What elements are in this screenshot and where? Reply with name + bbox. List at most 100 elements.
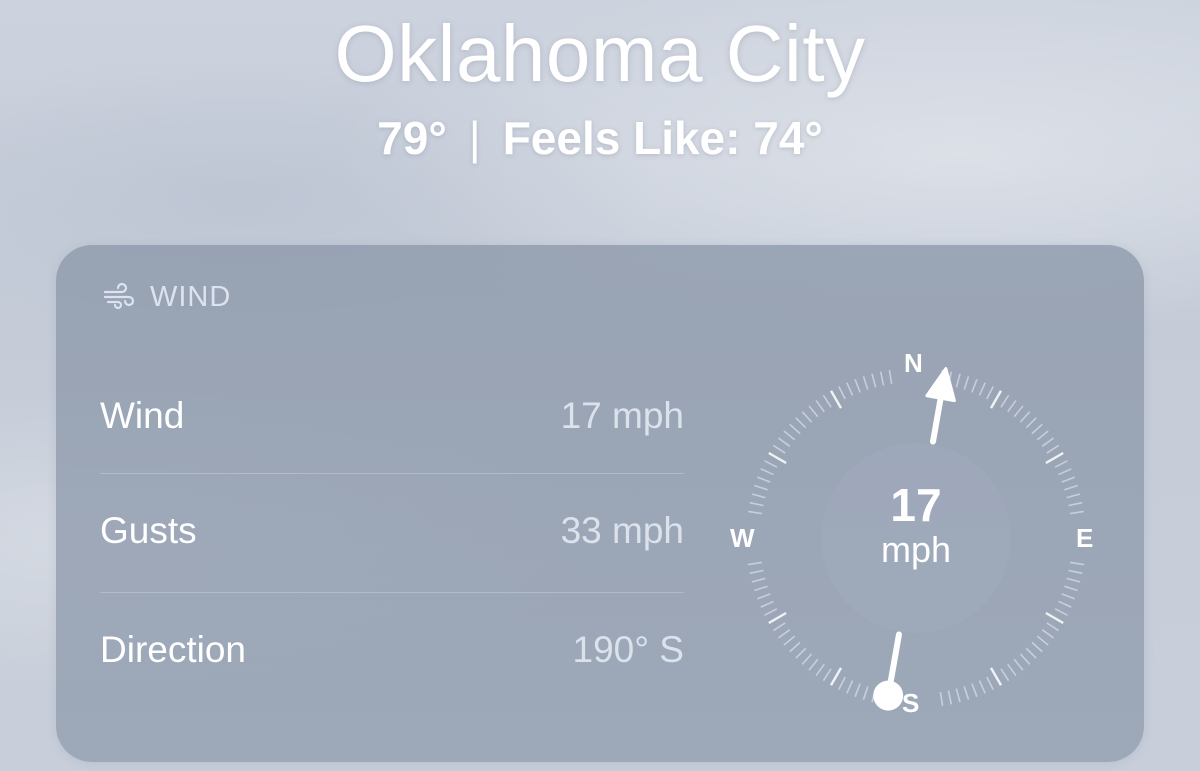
compass-tick xyxy=(801,653,813,665)
compass-tick xyxy=(789,641,801,653)
compass-tick xyxy=(871,373,877,388)
compass-tick xyxy=(757,476,771,483)
compass-tick xyxy=(1066,577,1081,583)
compass-tick xyxy=(829,667,843,686)
compass-tick xyxy=(757,593,771,600)
compass-tick xyxy=(846,680,854,694)
compass-tick xyxy=(1013,658,1024,671)
compass-tick xyxy=(986,676,994,690)
wind-details: Wind 17 mph Gusts 33 mph Direction 190° … xyxy=(100,355,684,711)
wind-value: 17 mph xyxy=(560,395,684,436)
compass-tick xyxy=(815,663,825,677)
compass-tick xyxy=(1046,444,1060,454)
compass-tick xyxy=(754,484,768,491)
compass-tick xyxy=(1025,417,1037,429)
compass-tick xyxy=(789,423,801,435)
compass-tick xyxy=(1000,394,1010,408)
compass-tick xyxy=(1054,608,1068,616)
direction-row: Direction 190° S xyxy=(100,593,684,711)
compass-tick xyxy=(879,371,885,386)
compass-tick xyxy=(971,379,978,393)
compass-tick xyxy=(760,600,774,608)
compass-tick xyxy=(1041,437,1055,447)
compass-tick xyxy=(808,405,819,418)
city-name: Oklahoma City xyxy=(334,9,866,98)
separator: | xyxy=(468,112,481,164)
compass-tick xyxy=(838,676,846,690)
compass-tick xyxy=(1069,510,1085,515)
compass-north-label: N xyxy=(904,348,923,378)
compass-tick xyxy=(772,444,786,454)
compass-tick xyxy=(846,382,854,396)
current-temperature: 79° xyxy=(377,112,447,164)
compass-tick xyxy=(1031,641,1043,653)
compass-tick xyxy=(1066,493,1081,499)
compass-tick xyxy=(1061,593,1075,600)
compass-tick xyxy=(768,611,787,625)
wind-card-header: WIND xyxy=(102,279,231,315)
gusts-value: 33 mph xyxy=(560,510,684,551)
compass-tick xyxy=(955,688,961,703)
direction-value: 190° S xyxy=(572,629,685,670)
compass-tick xyxy=(978,382,986,396)
compass-tick xyxy=(795,417,807,429)
compass-tick xyxy=(1000,668,1010,682)
compass-tick xyxy=(1045,451,1064,465)
compass-west-label: W xyxy=(730,523,755,553)
wind-card-title: WIND xyxy=(150,280,232,313)
compass-tick xyxy=(822,394,832,408)
compass-tick xyxy=(947,690,953,705)
compass-tick xyxy=(989,390,1003,409)
compass-tick xyxy=(862,376,869,390)
wind-compass: N E S W 17 mph xyxy=(726,330,1106,730)
compass-tick xyxy=(747,510,763,515)
compass-tick xyxy=(777,437,791,447)
compass-tick xyxy=(1064,484,1078,491)
compass-tick xyxy=(1061,476,1075,483)
compass-tick xyxy=(1068,501,1083,507)
compass-tick xyxy=(1007,399,1017,413)
compass-tick xyxy=(829,390,843,409)
compass-tick xyxy=(764,608,778,616)
compass-tick xyxy=(978,680,986,694)
compass-tick xyxy=(1068,569,1083,575)
compass-tick xyxy=(777,629,791,639)
compass-tick xyxy=(1064,585,1078,592)
compass-tick xyxy=(1019,653,1031,665)
compass-tick xyxy=(1058,468,1072,476)
compass-tick xyxy=(749,501,764,507)
compass-tick xyxy=(808,658,819,671)
compass-tick xyxy=(751,577,766,583)
wind-icon xyxy=(103,282,135,310)
compass-tick xyxy=(939,691,944,707)
compass-tick xyxy=(1013,405,1024,418)
wind-row: Wind 17 mph xyxy=(100,355,684,474)
compass-tick xyxy=(1036,430,1049,441)
compass-tick xyxy=(801,411,813,423)
compass-tick xyxy=(768,451,787,465)
gusts-label: Gusts xyxy=(100,510,197,551)
compass-east-label: E xyxy=(1076,523,1094,553)
compass-speed: 17 xyxy=(890,479,942,531)
compass-tick xyxy=(963,376,970,390)
direction-label: Direction xyxy=(100,629,246,670)
compass-tick xyxy=(783,635,796,646)
arrow-tail-dot xyxy=(873,680,904,711)
compass-tick xyxy=(764,460,778,468)
compass-tick xyxy=(1046,622,1060,632)
feels-like: Feels Like: 74° xyxy=(502,112,823,164)
compass-unit: mph xyxy=(880,529,952,570)
compass-tick xyxy=(955,373,961,388)
compass-tick xyxy=(749,569,764,575)
wind-card[interactable]: WIND Wind 17 mph Gusts 33 mph Direction … xyxy=(56,245,1144,762)
compass-tick xyxy=(1019,411,1031,423)
compass-tick xyxy=(795,647,807,659)
compass-tick xyxy=(1007,663,1017,677)
compass-tick xyxy=(963,686,970,700)
compass-tick xyxy=(1069,561,1085,566)
gusts-row: Gusts 33 mph xyxy=(100,474,684,593)
compass-center-readout: 17 mph xyxy=(831,480,1001,570)
compass-tick xyxy=(838,386,846,400)
compass-tick xyxy=(747,561,763,566)
compass-south-label: S xyxy=(902,688,920,718)
